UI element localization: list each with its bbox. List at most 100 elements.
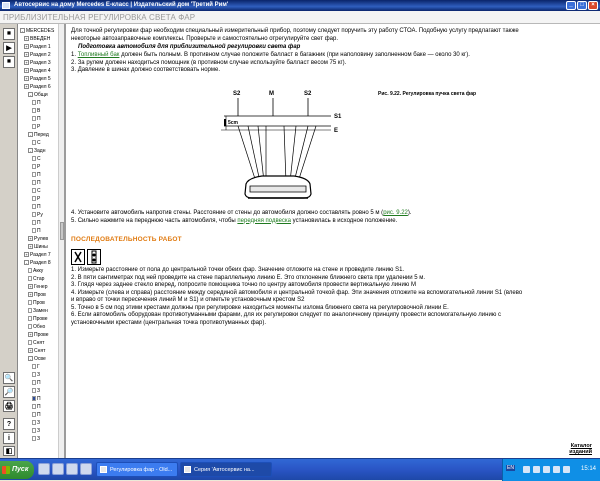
catalog-link[interactable]: Каталог изданий bbox=[564, 443, 592, 455]
tree-item[interactable]: З bbox=[32, 419, 40, 427]
expand-toggle-icon[interactable]: - bbox=[24, 260, 29, 266]
expand-toggle-icon[interactable]: + bbox=[24, 44, 29, 50]
tree-item[interactable]: Стар bbox=[28, 275, 44, 283]
tree-item[interactable]: - MERCEDES bbox=[20, 27, 54, 35]
tree-item[interactable]: П bbox=[32, 115, 41, 123]
tree-item[interactable]: + Раздел 1 bbox=[24, 43, 51, 51]
tree-item[interactable]: П bbox=[32, 203, 41, 211]
tree-item[interactable]: Пров bbox=[28, 299, 45, 307]
tray-update-icon[interactable] bbox=[553, 466, 560, 473]
tree-item[interactable]: Прове bbox=[28, 315, 48, 323]
expand-toggle-icon[interactable]: + bbox=[24, 36, 29, 42]
quicklaunch-media-icon[interactable] bbox=[66, 463, 78, 475]
expand-toggle-icon[interactable]: + bbox=[28, 244, 33, 250]
tree-item[interactable]: - Задн bbox=[28, 147, 45, 155]
tree-item[interactable]: З bbox=[32, 371, 40, 379]
tree-item[interactable]: + Раздел 7 bbox=[24, 251, 51, 259]
tree-item[interactable]: П bbox=[32, 219, 41, 227]
task-button-app[interactable]: Серия 'Автосервис на... bbox=[180, 462, 272, 477]
tray-network-icon[interactable] bbox=[523, 466, 530, 473]
panel-icon[interactable]: ◧ bbox=[3, 446, 15, 456]
quicklaunch-mail-icon[interactable] bbox=[80, 463, 92, 475]
tree-item[interactable]: + Прове bbox=[28, 331, 49, 339]
tree-item[interactable]: Ру bbox=[32, 211, 43, 219]
tree-item[interactable]: Снят bbox=[28, 339, 44, 347]
language-indicator[interactable]: EN bbox=[506, 465, 515, 471]
tree-item[interactable]: + Раздел 6 bbox=[24, 83, 51, 91]
tree-item[interactable]: Акку bbox=[28, 267, 43, 275]
tree-item[interactable]: + Раздел 3 bbox=[24, 59, 51, 67]
tree-item[interactable]: З bbox=[32, 427, 40, 435]
tree-item[interactable]: - Перед bbox=[28, 131, 49, 139]
tree-item[interactable]: - Раздел 8 bbox=[24, 259, 51, 267]
expand-toggle-icon[interactable]: + bbox=[28, 236, 33, 242]
tree-item[interactable]: П bbox=[32, 99, 41, 107]
tree-item[interactable]: В bbox=[32, 107, 40, 115]
stop-icon[interactable]: ⏹ bbox=[3, 28, 15, 40]
tree-item[interactable]: + Раздел 4 bbox=[24, 67, 51, 75]
tree-item[interactable]: П bbox=[32, 379, 41, 387]
expand-toggle-icon[interactable]: + bbox=[24, 84, 29, 90]
tree-item[interactable]: + Генер bbox=[28, 283, 47, 291]
expand-toggle-icon[interactable]: + bbox=[28, 332, 33, 338]
quicklaunch-browser-icon[interactable] bbox=[38, 463, 50, 475]
tree-item[interactable]: - Общи bbox=[28, 91, 48, 99]
quicklaunch-desktop-icon[interactable] bbox=[52, 463, 64, 475]
tray-volume-icon[interactable] bbox=[533, 466, 540, 473]
tree-item[interactable]: П bbox=[32, 411, 41, 419]
maximize-button[interactable]: □ bbox=[577, 1, 587, 10]
close-button[interactable]: × bbox=[588, 1, 598, 10]
tree-item[interactable]: С bbox=[32, 155, 41, 163]
expand-toggle-icon[interactable]: - bbox=[20, 28, 25, 34]
fuel-tank-link[interactable]: Топливный бак bbox=[78, 52, 120, 58]
expand-toggle-icon[interactable]: + bbox=[24, 52, 29, 58]
expand-toggle-icon[interactable]: - bbox=[28, 148, 33, 154]
tree-item[interactable]: - Осве bbox=[28, 355, 46, 363]
tree-item[interactable]: Замен bbox=[28, 307, 48, 315]
expand-toggle-icon[interactable]: - bbox=[28, 356, 33, 362]
help-icon[interactable]: ? bbox=[3, 418, 15, 430]
tree-scrollbar[interactable] bbox=[58, 24, 64, 458]
expand-toggle-icon[interactable]: + bbox=[24, 252, 29, 258]
minimize-button[interactable]: _ bbox=[566, 1, 576, 10]
front-suspension-link[interactable]: передняя подвеска bbox=[237, 218, 291, 224]
tree-item[interactable]: З bbox=[32, 435, 40, 443]
find-icon[interactable]: 🔎 bbox=[3, 386, 15, 398]
start-button[interactable]: Пуск bbox=[0, 461, 34, 479]
tree-item[interactable]: С bbox=[32, 187, 41, 195]
tree-item[interactable]: Обно bbox=[28, 323, 45, 331]
tree-scroll-thumb[interactable] bbox=[60, 222, 64, 240]
tree-item[interactable]: С bbox=[32, 139, 41, 147]
tree-item[interactable]: Р bbox=[32, 163, 40, 171]
expand-toggle-icon[interactable]: - bbox=[28, 92, 33, 98]
tree-item[interactable]: + Раздел 2 bbox=[24, 51, 51, 59]
tree-item[interactable]: + Шины bbox=[28, 243, 48, 251]
forward-icon[interactable]: ▶ bbox=[3, 42, 15, 54]
tree-item[interactable]: П bbox=[32, 403, 41, 411]
expand-toggle-icon[interactable]: + bbox=[28, 292, 33, 298]
tree-item[interactable]: П bbox=[32, 395, 41, 403]
expand-toggle-icon[interactable]: + bbox=[28, 348, 33, 354]
print-icon[interactable]: 🖨 bbox=[3, 400, 15, 412]
tree-item[interactable]: + Раздел 5 bbox=[24, 75, 51, 83]
expand-toggle-icon[interactable]: + bbox=[24, 76, 29, 82]
expand-toggle-icon[interactable]: - bbox=[28, 132, 33, 138]
tree-item[interactable]: + Рулев bbox=[28, 235, 48, 243]
tree-item[interactable]: П bbox=[32, 179, 41, 187]
tray-app-icon[interactable] bbox=[563, 466, 570, 473]
task-button-browser[interactable]: Регулировка фар - Old... bbox=[96, 462, 178, 477]
tree-item[interactable]: П bbox=[32, 227, 41, 235]
tree-item[interactable]: + ВВЕДЕН bbox=[24, 35, 50, 43]
info-icon[interactable]: i bbox=[3, 432, 15, 444]
tree-item[interactable]: Г bbox=[32, 363, 40, 371]
square-icon[interactable]: ⏹ bbox=[3, 56, 15, 68]
tree-item[interactable]: П bbox=[32, 171, 41, 179]
expand-toggle-icon[interactable]: + bbox=[28, 284, 33, 290]
search-icon[interactable]: 🔍 bbox=[3, 372, 15, 384]
tree-item[interactable]: Р bbox=[32, 123, 40, 131]
tree-item[interactable]: Р bbox=[32, 195, 40, 203]
window-titlebar[interactable]: Автосервис на дому Mercedes E-класс | Из… bbox=[0, 0, 600, 11]
expand-toggle-icon[interactable]: + bbox=[24, 68, 29, 74]
tree-item[interactable]: З bbox=[32, 387, 40, 395]
expand-toggle-icon[interactable]: + bbox=[24, 60, 29, 66]
